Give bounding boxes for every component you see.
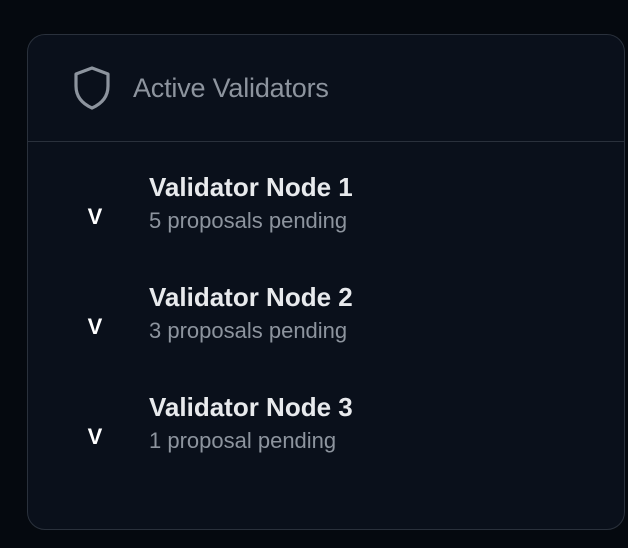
card-title: Active Validators — [133, 73, 329, 103]
validator-avatar: V — [87, 204, 103, 229]
validator-name: Validator Node 1 — [149, 172, 353, 202]
validator-status: 1 proposal pending — [149, 428, 337, 453]
validator-list: V Validator Node 1 5 proposals pending V… — [28, 172, 624, 525]
card-header: Active Validators — [28, 35, 624, 142]
validator-status: 5 proposals pending — [149, 208, 348, 233]
active-validators-card: Active Validators V Validator Node 1 5 p… — [27, 34, 625, 530]
shield-icon — [72, 65, 112, 111]
validator-avatar: V — [87, 424, 103, 449]
validator-avatar: V — [87, 314, 103, 339]
validator-name: Validator Node 3 — [149, 392, 353, 422]
validator-status: 3 proposals pending — [149, 318, 348, 343]
validator-item[interactable]: V Validator Node 3 1 proposal pending — [28, 392, 624, 525]
validator-name: Validator Node 2 — [149, 282, 353, 312]
